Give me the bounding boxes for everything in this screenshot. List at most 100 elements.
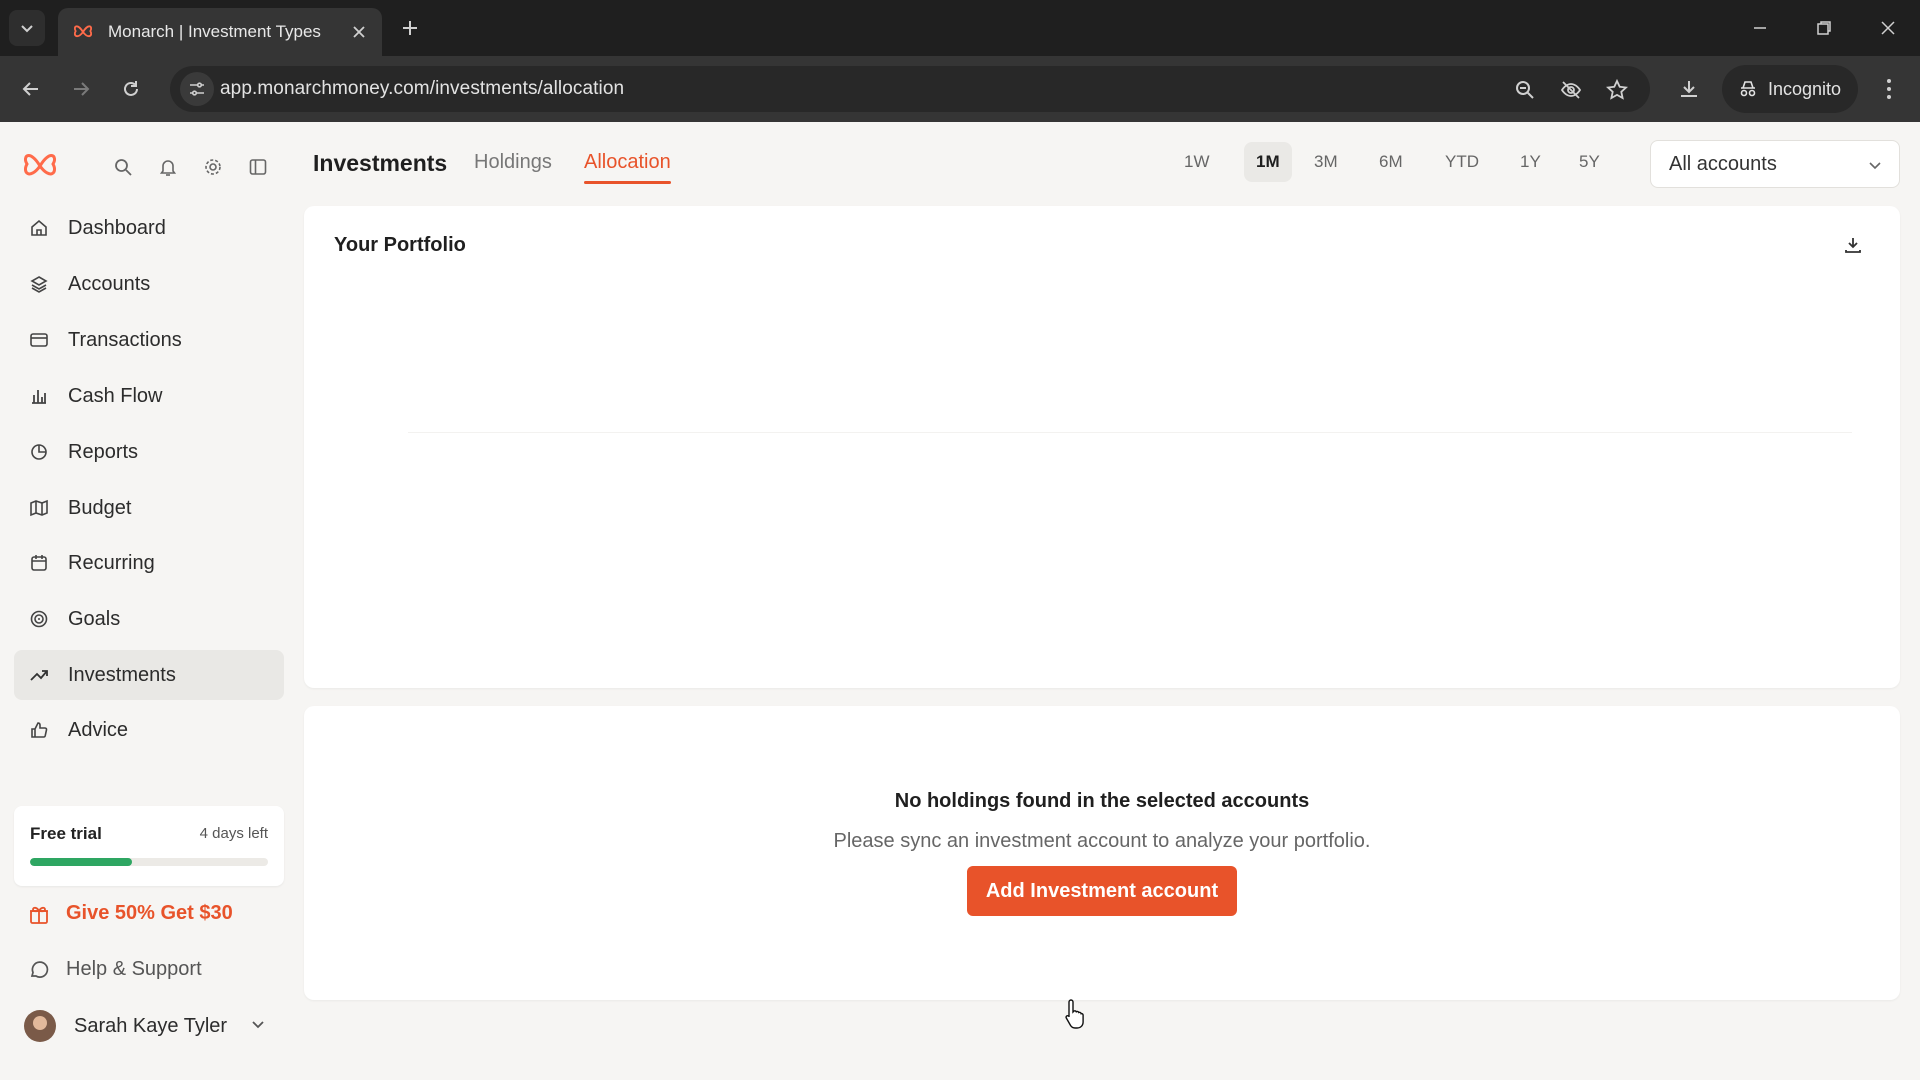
free-trial-card[interactable]: Free trial 4 days left (14, 806, 284, 886)
tab-allocation[interactable]: Allocation (584, 151, 671, 184)
incognito-icon (1740, 81, 1756, 97)
sidebar-item-recurring[interactable]: Recurring (14, 538, 284, 588)
trend-up-icon (28, 664, 50, 686)
empty-state-subtitle: Please sync an investment account to ana… (833, 830, 1371, 852)
zoom-icon (1516, 81, 1534, 99)
sidebar-item-accounts[interactable]: Accounts (14, 259, 284, 309)
close-window-button[interactable] (1868, 10, 1908, 46)
bookmark-button[interactable] (1604, 77, 1630, 103)
browser-toolbar: app.monarchmoney.com/investments/allocat… (0, 56, 1920, 122)
forward-button[interactable] (64, 72, 98, 106)
download-icon (1845, 238, 1861, 253)
sidebar-item-dashboard[interactable]: Dashboard (14, 203, 284, 253)
tracking-protection-button[interactable] (1558, 77, 1584, 103)
tab-search-button[interactable] (9, 10, 45, 46)
holdings-empty-card: No holdings found in the selected accoun… (304, 706, 1900, 1000)
sidebar-item-investments[interactable]: Investments (14, 650, 284, 700)
chat-bubble-icon (30, 960, 49, 978)
sidebar-item-label: Reports (68, 440, 139, 463)
restore-icon (1817, 21, 1831, 35)
calendar-icon (28, 552, 50, 574)
zoom-button[interactable] (1512, 77, 1538, 103)
trial-label: Free trial (30, 824, 102, 843)
user-menu[interactable]: Sarah Kaye Tyler (24, 1002, 274, 1050)
tab-holdings[interactable]: Holdings (474, 151, 552, 174)
range-5y[interactable]: 5Y (1567, 142, 1612, 182)
sidebar-item-label: Dashboard (68, 216, 166, 239)
monarch-logo-icon[interactable] (20, 146, 60, 186)
chevron-down-icon (21, 25, 33, 33)
search-button[interactable] (110, 154, 136, 180)
sidebar-item-label: Transactions (68, 328, 182, 351)
sidebar-item-advice[interactable]: Advice (14, 705, 284, 755)
gift-icon (30, 906, 48, 924)
help-support-link[interactable]: Help & Support (28, 958, 202, 981)
tab-close-button[interactable] (348, 21, 370, 43)
referral-link[interactable]: Give 50% Get $30 (28, 902, 233, 925)
export-button[interactable] (1840, 232, 1866, 258)
bar-chart-icon (28, 385, 50, 407)
incognito-label: Incognito (1768, 78, 1842, 99)
range-3m[interactable]: 3M (1302, 142, 1350, 182)
sidebar-item-label: Advice (68, 718, 129, 741)
sidebar-item-reports[interactable]: Reports (14, 427, 284, 477)
browser-tabstrip: Monarch | Investment Types (0, 0, 1920, 56)
app-root: Dashboard Accounts Transactions Cash Flo… (0, 122, 1920, 1080)
sidebar-item-budget[interactable]: Budget (14, 483, 284, 533)
add-investment-account-button[interactable]: Add Investment account (967, 866, 1237, 916)
more-vertical-icon (1887, 79, 1891, 99)
sidebar-item-label: Cash Flow (68, 384, 163, 407)
back-button[interactable] (14, 72, 48, 106)
restore-button[interactable] (1804, 10, 1844, 46)
trial-progress-bar (30, 858, 268, 866)
avatar (24, 1010, 56, 1042)
sidebar-item-cash-flow[interactable]: Cash Flow (14, 371, 284, 421)
sidebar-item-label: Recurring (68, 551, 155, 574)
referral-label: Give 50% Get $30 (66, 902, 233, 924)
range-6m[interactable]: 6M (1367, 142, 1415, 182)
eye-off-icon (1560, 81, 1582, 99)
url-text: app.monarchmoney.com/investments/allocat… (220, 78, 625, 99)
sidebar: Dashboard Accounts Transactions Cash Flo… (0, 122, 300, 1080)
reload-icon (124, 81, 138, 96)
bell-icon (159, 160, 177, 176)
card-icon (28, 329, 50, 351)
close-icon (1881, 21, 1895, 35)
search-icon (115, 159, 132, 176)
range-1y[interactable]: 1Y (1508, 142, 1553, 182)
range-1m[interactable]: 1M (1244, 142, 1292, 182)
browser-menu-button[interactable] (1872, 72, 1906, 106)
close-icon (353, 26, 365, 38)
notifications-button[interactable] (155, 154, 181, 180)
sidebar-item-label: Budget (68, 496, 132, 519)
account-filter-select[interactable]: All accounts (1650, 140, 1900, 188)
sidebar-item-label: Goals (68, 607, 121, 630)
arrow-right-icon (74, 82, 90, 96)
map-icon (28, 497, 50, 519)
site-info-button[interactable] (180, 72, 214, 106)
sidebar-item-transactions[interactable]: Transactions (14, 315, 284, 365)
range-1w[interactable]: 1W (1172, 142, 1222, 182)
sidebar-toggle-button[interactable] (245, 154, 271, 180)
minimize-button[interactable] (1740, 10, 1780, 46)
address-bar[interactable]: app.monarchmoney.com/investments/allocat… (170, 66, 1650, 112)
incognito-badge[interactable]: Incognito (1722, 65, 1858, 113)
hand-cursor-icon (1065, 999, 1084, 1029)
range-ytd[interactable]: YTD (1433, 142, 1491, 182)
new-tab-button[interactable] (396, 14, 424, 42)
downloads-button[interactable] (1672, 72, 1706, 106)
settings-button[interactable] (200, 154, 226, 180)
reload-button[interactable] (114, 72, 148, 106)
browser-tab[interactable]: Monarch | Investment Types (58, 8, 382, 56)
chart-gridline (408, 432, 1852, 433)
tune-icon (190, 82, 204, 96)
sidebar-item-goals[interactable]: Goals (14, 594, 284, 644)
account-filter-value: All accounts (1669, 152, 1777, 175)
page-title: Investments (313, 150, 448, 176)
portfolio-title: Your Portfolio (334, 234, 466, 256)
layers-icon (28, 273, 50, 295)
chevron-down-icon (1869, 162, 1881, 170)
help-label: Help & Support (66, 958, 202, 980)
chevron-down-icon (252, 1021, 264, 1029)
minimize-icon (1754, 27, 1766, 29)
